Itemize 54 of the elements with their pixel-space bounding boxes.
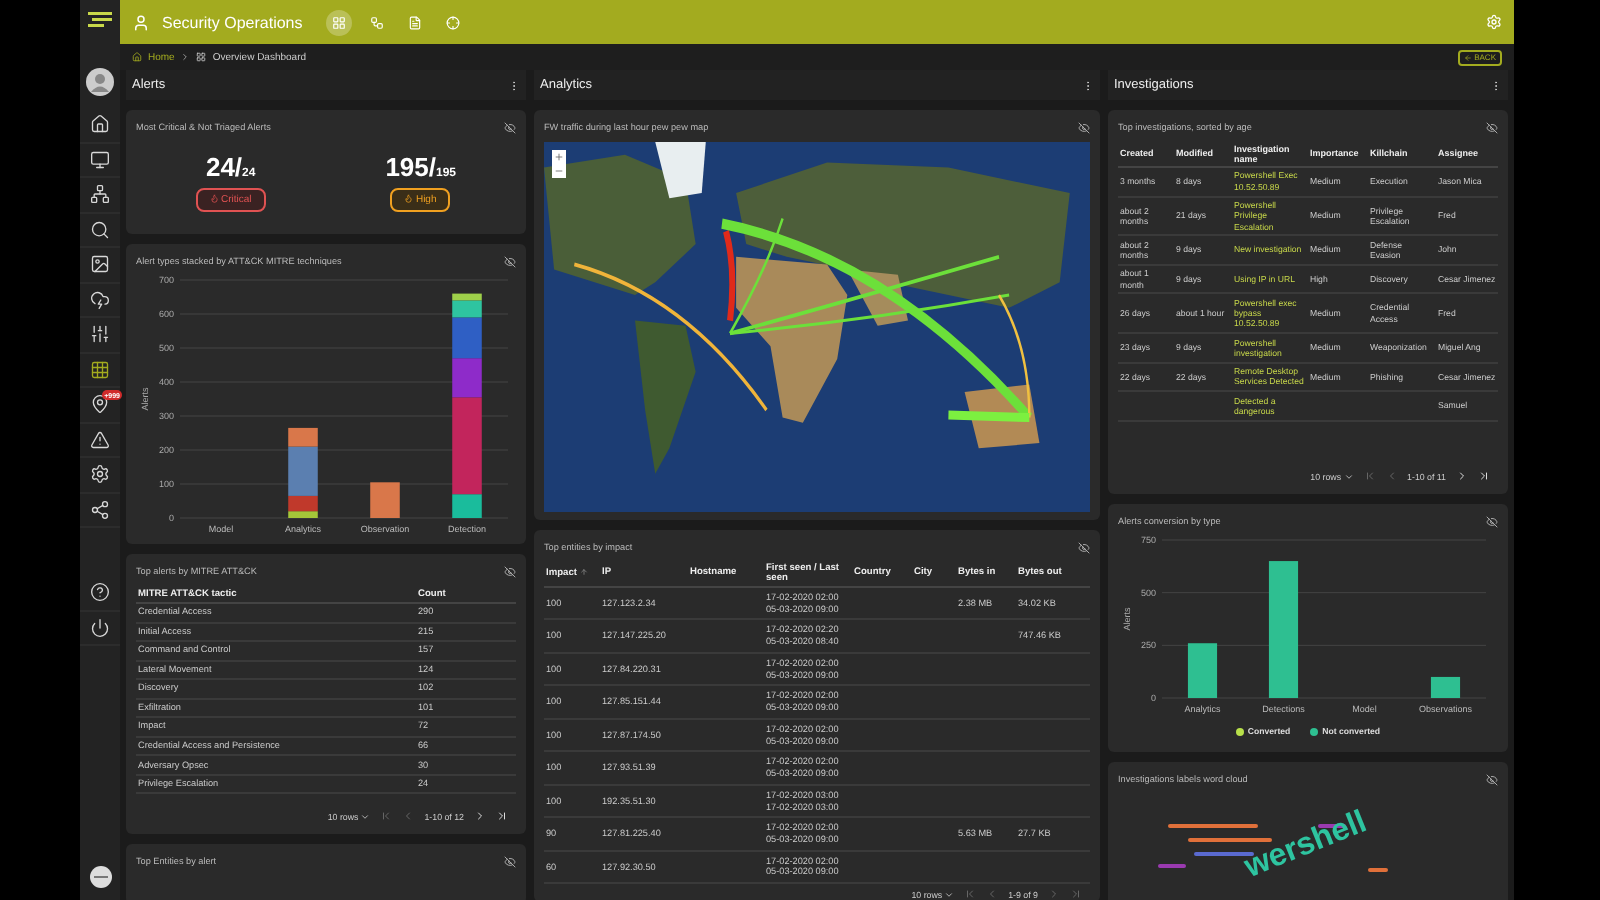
grid-icon[interactable] [90,359,110,380]
legend-dot [1235,727,1244,735]
caret-icon [944,889,955,900]
hide-icon[interactable] [1486,773,1498,785]
flame-icon [209,194,219,204]
hide-icon[interactable] [504,121,516,133]
search-icon[interactable] [90,219,110,240]
monitor-icon[interactable] [90,149,110,170]
next-page-icon[interactable] [474,810,486,822]
plus-icon [554,152,564,162]
avatar-icon [86,68,114,96]
grid-icon [196,52,207,62]
bar-segment [1187,643,1218,698]
settings-icon[interactable] [90,464,110,485]
cloud-icon[interactable] [90,289,110,310]
arrow-left-icon [1464,53,1473,61]
hide-icon[interactable] [1078,541,1090,553]
last-page-icon[interactable] [1478,470,1490,482]
grid-icon [332,15,347,29]
sort-arrow-icon [580,567,589,576]
sliders-icon[interactable] [90,324,110,345]
bar-segment [1268,561,1299,698]
logo-icon [86,8,114,32]
hide-icon[interactable] [1486,121,1498,133]
chevron-icon [180,52,191,62]
legend-dot [1310,727,1319,735]
hide-icon[interactable] [504,565,516,577]
caret-icon [360,811,371,821]
hide-icon[interactable] [1486,515,1498,527]
home-icon[interactable] [90,114,110,135]
pin-icon[interactable] [90,394,110,415]
network-icon[interactable] [90,184,110,205]
minus-icon [554,166,564,176]
document-icon [408,15,423,29]
home-icon [132,52,142,62]
hierarchy-icon [370,15,385,29]
target-icon [446,15,461,29]
image-icon[interactable] [90,254,110,275]
hide-icon[interactable] [504,255,516,267]
bar-segment [370,482,400,518]
share-icon[interactable] [90,499,110,520]
user-icon [132,13,150,31]
caret-icon [1343,471,1354,481]
app-title: Security Operations [162,13,303,31]
hide-icon[interactable] [1078,121,1090,133]
flame-icon [404,194,414,204]
last-page-icon[interactable] [496,810,508,822]
help-icon[interactable] [90,582,110,603]
next-page-icon[interactable] [1456,470,1468,482]
hide-icon[interactable] [504,855,516,867]
warning-icon[interactable] [90,429,110,450]
bar-segment [1430,676,1461,698]
power-icon[interactable] [90,617,110,638]
logo-icon [89,866,111,888]
